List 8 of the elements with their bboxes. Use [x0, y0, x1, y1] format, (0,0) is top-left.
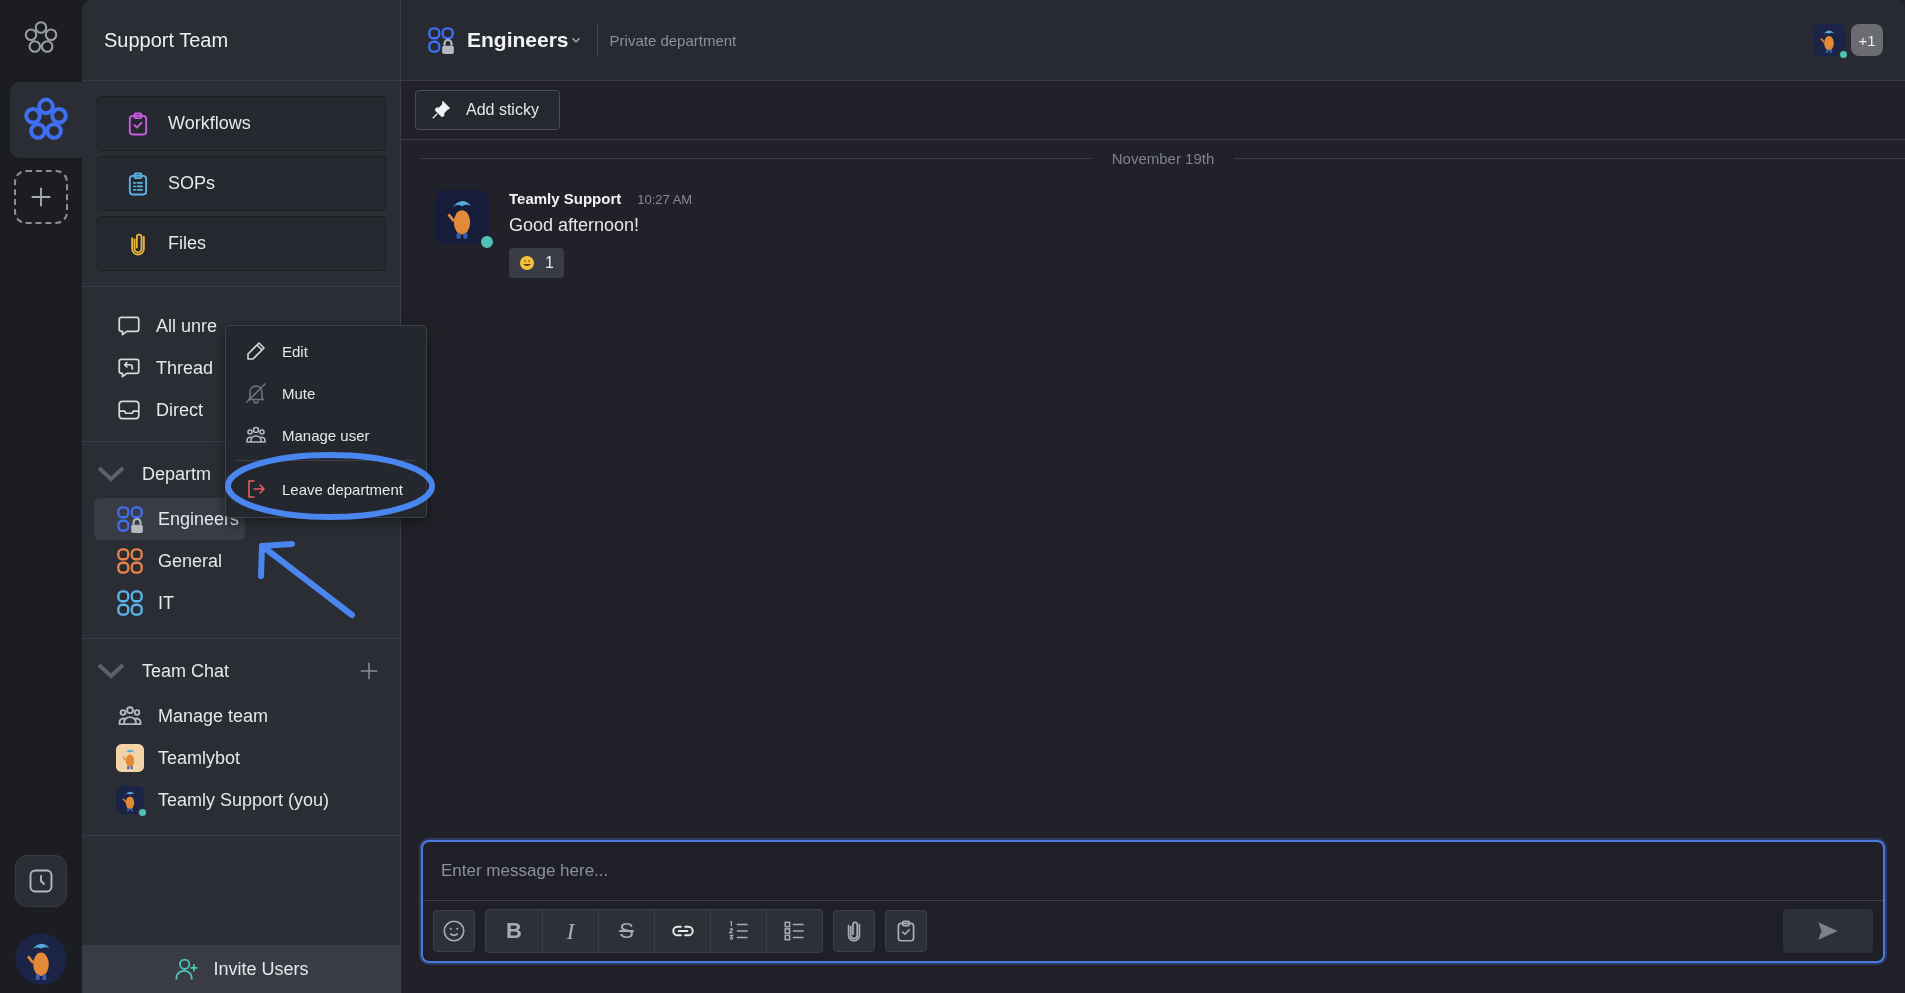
channel-description: Private department — [609, 31, 737, 49]
date-divider: November 19th — [1111, 149, 1215, 167]
section-title: Departm — [142, 463, 213, 485]
section-title: Team Chat — [142, 660, 231, 682]
channel-title: Engineers — [467, 28, 569, 52]
author-name: Teamly Support — [509, 190, 622, 207]
timestamp: 10:27 AM — [637, 192, 693, 207]
message-text: Good afternoon! — [509, 215, 641, 236]
